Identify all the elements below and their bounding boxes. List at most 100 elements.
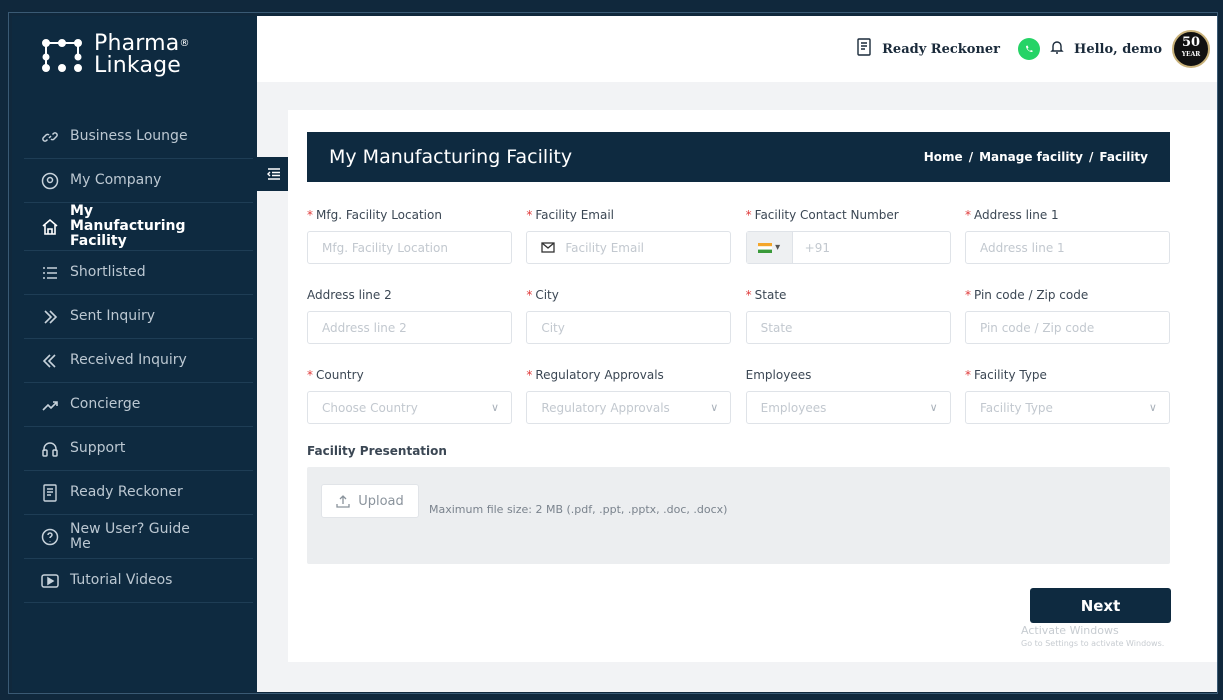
address2-field: Address line 2 Address line 2	[307, 288, 512, 344]
placeholder: Pin code / Zip code	[979, 320, 1095, 335]
menu-collapse-icon	[266, 168, 280, 180]
label-text: State	[754, 288, 787, 302]
breadcrumb-separator: /	[968, 150, 974, 164]
sidebar-item-label: Support	[70, 440, 126, 456]
sidebar-item-my-manufacturing-facility[interactable]: My Manufacturing Facility	[24, 203, 253, 251]
upload-dropzone[interactable]: Upload Maximum file size: 2 MB (.pdf, .p…	[307, 467, 1170, 564]
facility-type-select[interactable]: Facility Type ∨	[964, 391, 1170, 424]
top-header: Ready Reckoner Hello, demo 50 YEAR	[257, 16, 1218, 82]
field-label: * Facility Type	[965, 368, 1170, 388]
field-label: * Pin code / Zip code	[965, 288, 1170, 308]
sidebar-item-tutorial-videos[interactable]: Tutorial Videos	[24, 559, 253, 603]
upload-button[interactable]: Upload	[321, 484, 419, 518]
label-text: Address line 1	[973, 208, 1059, 222]
sidebar-item-new-user-guide[interactable]: New User? Guide Me	[24, 515, 253, 559]
sidebar-item-label: Received Inquiry	[70, 352, 187, 368]
regulatory-approvals-select[interactable]: Regulatory Approvals ∨	[526, 391, 732, 424]
label-text: Employees	[745, 368, 812, 382]
chevron-down-icon: ∨	[490, 401, 499, 414]
sidebar-item-label: Sent Inquiry	[70, 308, 156, 324]
badge-small: YEAR	[1181, 51, 1201, 58]
required-marker: *	[307, 208, 313, 222]
page-header-bar: My Manufacturing Facility Home / Manage …	[307, 132, 1170, 182]
email-input[interactable]: Facility Email	[526, 231, 732, 264]
placeholder: Choose Country	[322, 400, 418, 415]
address2-input[interactable]: Address line 2	[307, 311, 512, 344]
sidebar-item-shortlisted[interactable]: Shortlisted	[24, 251, 253, 295]
breadcrumb-current: Facility	[1099, 150, 1148, 164]
chevron-down-icon: ∨	[1148, 401, 1157, 414]
employees-select[interactable]: Employees ∨	[745, 391, 951, 424]
field-label: * State	[746, 288, 951, 308]
field-label: * City	[526, 288, 731, 308]
field-label: * Regulatory Approvals	[526, 368, 731, 388]
sidebar-item-concierge[interactable]: Concierge	[24, 383, 253, 427]
ready-reckoner-link[interactable]: Ready Reckoner	[882, 42, 1000, 57]
breadcrumb-separator: /	[1089, 150, 1094, 164]
sidebar-item-my-company[interactable]: My Company	[24, 159, 253, 203]
sidebar-item-business-lounge[interactable]: Business Lounge	[24, 115, 253, 159]
label-text: City	[535, 288, 559, 302]
regulatory-approvals-field: * Regulatory Approvals Regulatory Approva…	[526, 368, 732, 424]
state-input[interactable]: State	[745, 311, 951, 344]
country-flag-selector[interactable]: ▾	[746, 232, 793, 263]
contact-number-input[interactable]: ▾ +91	[745, 231, 951, 264]
pincode-field: * Pin code / Zip code Pin code / Zip code	[964, 288, 1170, 344]
facility-presentation-label: Facility Presentation	[307, 444, 447, 458]
breadcrumb-home[interactable]: Home	[924, 150, 963, 164]
field-label: * Country	[307, 368, 512, 388]
sidebar-item-sent-inquiry[interactable]: Sent Inquiry	[24, 295, 253, 339]
brand-logo[interactable]: Pharma® Linkage	[42, 33, 190, 77]
placeholder: Regulatory Approvals	[541, 400, 670, 415]
user-greeting[interactable]: Hello, demo	[1074, 42, 1162, 57]
sidebar-item-label: My Company	[70, 172, 162, 188]
pincode-input[interactable]: Pin code / Zip code	[964, 311, 1170, 344]
placeholder: Facility Email	[565, 240, 644, 255]
main-content: Ready Reckoner Hello, demo 50 YEAR My Ma…	[257, 16, 1218, 692]
country-select[interactable]: Choose Country ∨	[307, 391, 512, 424]
label-text: Facility Type	[973, 368, 1047, 382]
address1-field: * Address line 1 Address line 1	[964, 208, 1170, 264]
badge-number: 50	[1181, 35, 1201, 50]
city-field: * City City	[526, 288, 732, 344]
bell-icon[interactable]	[1050, 39, 1064, 59]
sidebar-item-support[interactable]: Support	[24, 427, 253, 471]
field-label: * Address line 1	[965, 208, 1170, 228]
next-button[interactable]: Next	[1030, 588, 1171, 623]
play-video-icon	[40, 571, 60, 591]
whatsapp-icon[interactable]	[1018, 38, 1041, 60]
required-marker: *	[526, 368, 533, 382]
label-text: Pin code / Zip code	[973, 288, 1089, 302]
india-flag-icon	[758, 242, 773, 253]
brand-reg: ®	[179, 38, 190, 49]
address1-input[interactable]: Address line 1	[964, 231, 1170, 264]
sidebar-item-ready-reckoner[interactable]: Ready Reckoner	[24, 471, 253, 515]
required-marker: *	[745, 208, 752, 222]
watermark-line1: Activate Windows	[1021, 624, 1119, 637]
brand-line2: Linkage	[94, 53, 182, 78]
field-label: * Facility Email	[526, 208, 731, 228]
contact-number-field: * Facility Contact Number ▾ +91	[745, 208, 951, 264]
link-icon	[40, 127, 60, 147]
field-label: * Facility Contact Number	[746, 208, 951, 228]
sidebar-nav: Business Lounge My Company My Manufactur…	[24, 115, 253, 603]
placeholder: State	[760, 320, 793, 335]
upload-hint: Maximum file size: 2 MB (.pdf, .ppt, .pp…	[429, 503, 728, 516]
placeholder: City	[541, 320, 565, 335]
breadcrumb-manage-facility[interactable]: Manage facility	[979, 150, 1083, 164]
required-marker: *	[307, 368, 313, 382]
required-marker: *	[526, 288, 533, 302]
email-field: * Facility Email Facility Email	[526, 208, 732, 264]
sidebar-item-label: Business Lounge	[70, 128, 188, 144]
sidebar-toggle-button[interactable]	[257, 157, 290, 191]
city-input[interactable]: City	[526, 311, 732, 344]
label-text: Facility Email	[535, 208, 614, 222]
label-text: Address line 2	[307, 288, 392, 302]
sidebar-item-received-inquiry[interactable]: Received Inquiry	[24, 339, 253, 383]
placeholder: Mfg. Facility Location	[322, 240, 448, 255]
watermark-line2: Go to Settings to activate Windows.	[1021, 639, 1165, 648]
mfg-location-input[interactable]: Mfg. Facility Location	[307, 231, 512, 264]
facility-form-card: My Manufacturing Facility Home / Manage …	[288, 110, 1218, 662]
receipt-icon[interactable]	[856, 38, 872, 60]
chevron-down-icon: ∨	[710, 401, 719, 414]
